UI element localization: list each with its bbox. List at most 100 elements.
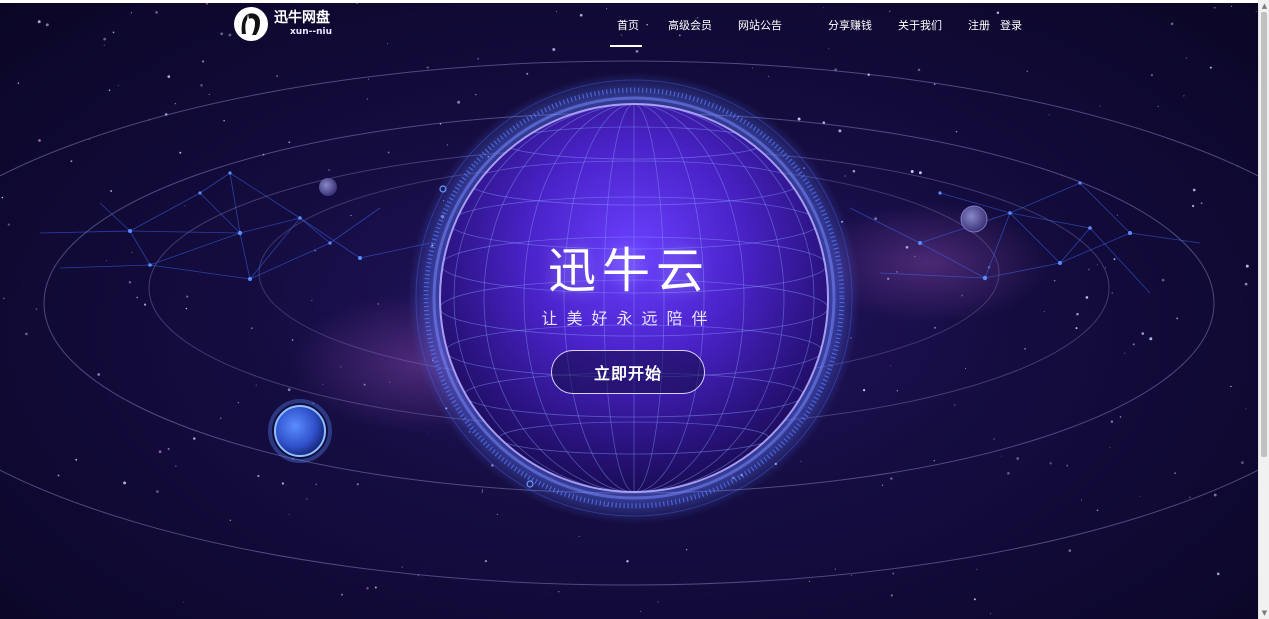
- star: [1192, 188, 1196, 192]
- star: [291, 339, 294, 341]
- star: [1, 196, 4, 199]
- star: [955, 130, 958, 133]
- star: [579, 13, 583, 17]
- star: [228, 33, 232, 37]
- scroll-up-arrow-icon[interactable]: ▲: [1260, 1, 1269, 11]
- star: [328, 169, 330, 171]
- star: [208, 93, 210, 96]
- star: [37, 20, 41, 24]
- star: [202, 60, 205, 63]
- star: [890, 365, 892, 367]
- star: [976, 568, 978, 570]
- star: [964, 367, 967, 369]
- scrollbar-thumb[interactable]: [1261, 12, 1267, 457]
- star: [881, 484, 884, 486]
- planet-small-left: [319, 178, 337, 196]
- star: [103, 37, 107, 41]
- start-button[interactable]: 立即开始: [551, 350, 705, 394]
- star: [1240, 461, 1244, 465]
- star: [155, 11, 158, 14]
- star: [862, 388, 866, 392]
- star: [446, 144, 449, 146]
- star: [315, 483, 317, 485]
- logo-subtitle: xun--niu: [290, 27, 332, 37]
- star: [175, 465, 177, 467]
- star: [117, 84, 119, 86]
- star: [852, 169, 856, 173]
- star: [646, 23, 649, 26]
- star: [306, 498, 308, 500]
- star: [917, 68, 921, 72]
- star: [322, 384, 324, 386]
- star: [1213, 493, 1217, 497]
- star: [874, 217, 878, 220]
- star: [255, 384, 257, 386]
- nav-login[interactable]: 登录: [1000, 17, 1022, 33]
- star: [850, 574, 853, 577]
- star: [767, 75, 770, 78]
- star: [996, 11, 1000, 15]
- star: [1139, 495, 1141, 497]
- star: [287, 388, 291, 392]
- star: [1007, 472, 1010, 475]
- star: [993, 438, 995, 440]
- star: [205, 3, 209, 5]
- star: [1124, 352, 1126, 354]
- star: [1068, 549, 1072, 552]
- star: [1119, 416, 1122, 418]
- star: [1048, 114, 1050, 116]
- star: [752, 67, 753, 69]
- star: [838, 129, 842, 133]
- star: [70, 160, 73, 163]
- star: [828, 48, 830, 50]
- star: [1110, 420, 1114, 423]
- star: [1231, 5, 1233, 7]
- star: [1081, 499, 1083, 501]
- star: [834, 568, 836, 570]
- planet-small-right: [960, 205, 988, 233]
- star: [678, 34, 681, 37]
- star: [1189, 496, 1191, 499]
- star: [366, 587, 369, 590]
- star: [103, 44, 105, 46]
- nav-announcements[interactable]: 网站公告: [738, 17, 782, 33]
- vertical-scrollbar[interactable]: ▲ ▼: [1258, 0, 1269, 619]
- star: [356, 483, 359, 486]
- nav-register[interactable]: 注册: [968, 17, 990, 33]
- star: [558, 591, 560, 593]
- star: [1149, 337, 1153, 341]
- star: [1157, 105, 1159, 107]
- star: [108, 89, 111, 92]
- star: [223, 120, 225, 122]
- star: [174, 103, 176, 105]
- star: [475, 93, 477, 96]
- star: [578, 535, 580, 537]
- nav-active-underline: [610, 45, 642, 47]
- star: [933, 459, 935, 462]
- star: [1109, 447, 1111, 449]
- star: [822, 7, 824, 9]
- star: [606, 8, 608, 10]
- star: [1049, 462, 1052, 465]
- star: [800, 460, 802, 463]
- star: [219, 417, 222, 419]
- star: [123, 481, 127, 485]
- nav-about-us[interactable]: 关于我们: [898, 17, 942, 33]
- star: [1216, 572, 1220, 576]
- star: [281, 482, 285, 485]
- nav-share-earn[interactable]: 分享赚钱: [828, 17, 872, 33]
- star: [184, 205, 186, 207]
- star: [288, 514, 290, 516]
- star: [17, 82, 20, 84]
- star: [481, 491, 483, 493]
- scroll-down-arrow-icon[interactable]: ▼: [1260, 608, 1269, 618]
- site-logo[interactable]: 迅牛网盘 xun--niu: [234, 7, 332, 41]
- star: [1096, 509, 1099, 512]
- nav-home[interactable]: 首页: [617, 17, 639, 33]
- star: [158, 450, 162, 454]
- star: [374, 586, 377, 589]
- star: [1200, 202, 1203, 205]
- star: [896, 390, 898, 392]
- nav-premium-member[interactable]: 高级会员: [668, 17, 712, 33]
- star: [110, 190, 112, 192]
